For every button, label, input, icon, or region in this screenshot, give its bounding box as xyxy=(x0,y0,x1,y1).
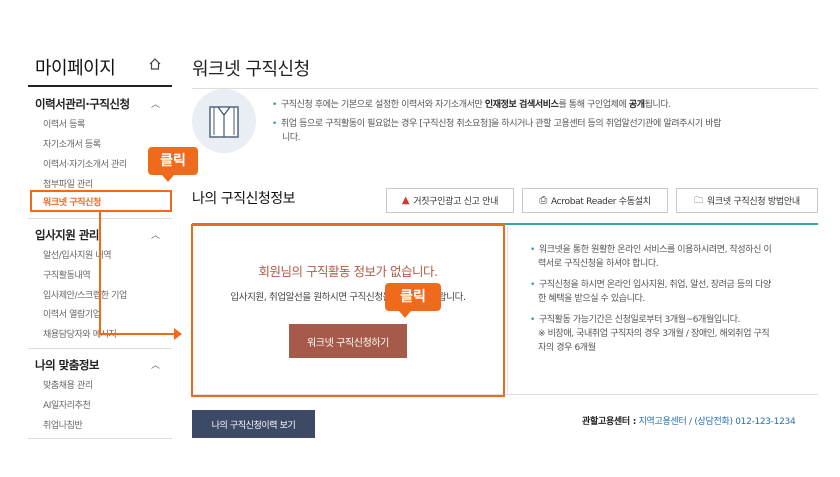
sidebar-item-offers[interactable]: 입사제안/스크랩한 기업 xyxy=(43,288,127,301)
sidebar-item-job-activity[interactable]: 구직활동내역 xyxy=(43,268,91,281)
click-callout: 클릭 xyxy=(148,147,198,182)
highlight-box xyxy=(191,224,505,397)
sidebar-section-label: 입사지원 관리 xyxy=(35,228,99,242)
howto-guide-button[interactable]: 🗀 워크넷 구직신청 방법안내 xyxy=(676,188,818,213)
info-line-1: • 구직신청 후에는 기본으로 설정한 이력서와 자기소개서만 인재정보 검색서비… xyxy=(272,100,671,110)
divider xyxy=(192,88,818,89)
divider xyxy=(28,438,172,439)
arrow-right-icon xyxy=(174,328,182,340)
connector-line xyxy=(99,333,177,335)
divider xyxy=(507,226,508,394)
sidebar-item-compass[interactable]: 취업나침반 xyxy=(43,418,83,431)
employment-center-info: 관할고용센터 : 지역고용센터 / (상담전화) 012-123-1234 xyxy=(582,417,796,427)
siren-icon: ▲ xyxy=(401,195,410,206)
center-link[interactable]: 지역고용센터 xyxy=(639,417,687,427)
notice-item: 력서로 구직신청을 하셔야 합니다. xyxy=(538,259,659,269)
sidebar-title: 마이페이지 xyxy=(35,58,116,79)
info-line-2b: 니다. xyxy=(282,133,301,143)
sidebar-section-custom[interactable]: 나의 맞춤정보 xyxy=(35,357,99,373)
fake-ad-report-button[interactable]: ▲ 거짓구인광고 신고 안내 xyxy=(386,188,514,213)
click-callout: 클릭 xyxy=(385,283,441,318)
notice-item: 자의 경우 6개월 xyxy=(538,343,596,353)
notice-item: 한 혜택을 받으실 수 있습니다. xyxy=(538,294,645,304)
shirt-icon xyxy=(192,89,256,153)
apply-history-button[interactable]: 나의 구직신청이력 보기 xyxy=(192,410,315,438)
sidebar-item-label: 워크넷 구직신청 xyxy=(43,198,101,208)
sidebar-item-custom-jobs[interactable]: 맞춤채용 관리 xyxy=(43,378,93,391)
sidebar-item-viewed-companies[interactable]: 이력서 열람기업 xyxy=(43,307,101,320)
sidebar-section-resume[interactable]: 이력서관리·구직신청 xyxy=(35,96,130,112)
sidebar-section-label: 나의 맞춤정보 xyxy=(35,358,99,372)
info-line-2: • 취업 등으로 구직활동이 필요없는 경우 [구직신청 취소요청]을 하시거나 … xyxy=(272,119,722,129)
page-title: 워크넷 구직신청 xyxy=(192,59,310,80)
home-icon[interactable] xyxy=(148,57,162,71)
sidebar-section-applications[interactable]: 입사지원 관리 xyxy=(35,227,99,243)
folder-icon: 🗀 xyxy=(694,195,703,206)
sidebar-section-label: 이력서관리·구직신청 xyxy=(35,97,130,111)
printer-icon: ⎙ xyxy=(539,195,547,206)
chevron-up-icon[interactable]: ︿ xyxy=(151,97,160,110)
section-title: 나의 구직신청정보 xyxy=(192,191,296,207)
sidebar-item-resume-register[interactable]: 이력서 등록 xyxy=(43,117,85,130)
sidebar-item-attachments[interactable]: 첨부파일 관리 xyxy=(43,177,93,190)
sidebar-item-resume-manage[interactable]: 이력서·자기소개서 관리 xyxy=(43,157,127,170)
sidebar-item-worknet-apply[interactable]: 워크넷 구직신청 xyxy=(30,190,172,212)
connector-line xyxy=(99,212,101,334)
acrobat-install-button[interactable]: ⎙ Acrobat Reader 수동설치 xyxy=(522,188,668,213)
sidebar-top-rule xyxy=(28,85,172,87)
notice-item: • 구직활동 가능기간은 신청일로부터 3개월~6개월입니다. xyxy=(530,315,740,325)
chevron-up-icon[interactable]: ︿ xyxy=(151,358,160,371)
sidebar-item-ai-recommend[interactable]: AI일자리추천 xyxy=(43,398,91,411)
chevron-up-icon[interactable]: ︿ xyxy=(151,228,160,241)
sidebar-item-intro-register[interactable]: 자기소개서 등록 xyxy=(43,137,101,150)
notice-item: ※ 비장애, 국내취업 구직자의 경우 3개월 / 장애인, 해외취업 구직 xyxy=(538,329,770,339)
notice-item: • 워크넷을 통한 원활한 온라인 서비스를 이용하시려면, 작성하신 이 xyxy=(530,245,772,255)
notice-item: • 구직신청을 하시면 온라인 입사지원, 취업, 알선, 장려금 등의 다양 xyxy=(530,280,771,290)
divider xyxy=(28,348,172,349)
